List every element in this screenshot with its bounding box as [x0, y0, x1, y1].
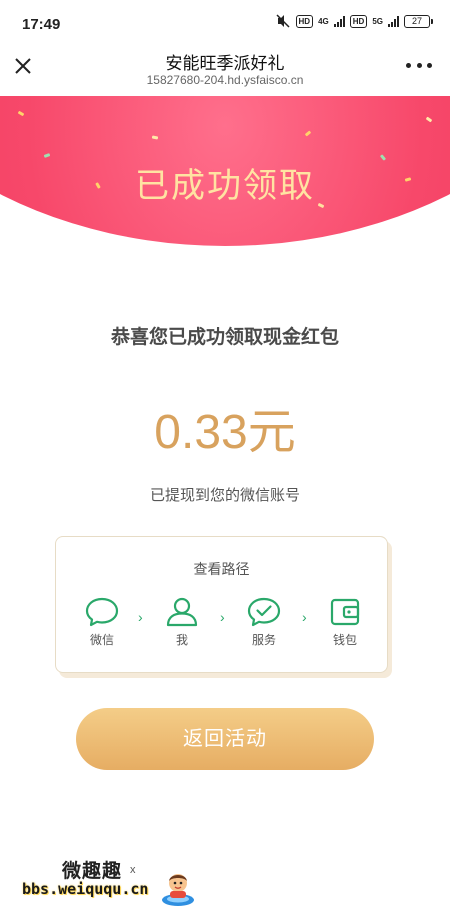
watermark-mark: x	[130, 864, 136, 876]
hd-badge: HD	[295, 14, 314, 28]
mascot-icon	[162, 874, 194, 906]
path-step-wallet: 钱包	[315, 597, 375, 648]
chat-bubble-icon	[85, 597, 119, 627]
path-step-label: 我	[175, 633, 188, 647]
banner-title: 已成功领取	[135, 167, 315, 205]
chevron-right-icon: ›	[302, 609, 307, 625]
path-card-title: 查看路径	[193, 561, 250, 577]
signal-icon	[333, 15, 345, 27]
amount-value: 0.33元	[154, 406, 296, 459]
page-url: 15827680-204.hd.ysfaisco.cn	[146, 73, 304, 87]
path-step-label: 钱包	[332, 633, 357, 647]
chevron-right-icon: ›	[220, 609, 225, 625]
withdraw-note: 已提现到您的微信账号	[149, 487, 300, 504]
nav-bar: 安能旺季派好礼 15827680-204.hd.ysfaisco.cn	[0, 46, 450, 96]
network-label-2: 5G	[372, 16, 383, 26]
status-time: 17:49	[22, 16, 61, 33]
vibrate-mute-icon	[276, 14, 290, 28]
return-to-activity-button[interactable]: 返回活动	[76, 708, 374, 770]
status-bar: 17:49 HD 4G HD 5G 27	[0, 0, 450, 46]
more-menu-icon[interactable]	[406, 60, 432, 70]
watermark-url: bbs.weiququ.cn	[22, 880, 149, 898]
path-step-label: 服务	[251, 633, 276, 647]
battery-icon: 27	[404, 14, 433, 28]
chevron-right-icon: ›	[138, 609, 143, 625]
congrats-text: 恭喜您已成功领取现金红包	[110, 327, 339, 348]
signal-icon-2	[388, 15, 399, 27]
path-step-label: 微信	[89, 633, 114, 647]
check-bubble-icon	[247, 597, 281, 627]
watermark-text: 微趣趣	[62, 861, 123, 882]
path-card: 查看路径 微信 › 我 › 服务 › 钱包	[55, 536, 388, 673]
page-title: 安能旺季派好礼	[165, 54, 285, 73]
network-label: 4G	[318, 16, 329, 26]
success-banner: 已成功领取	[0, 96, 450, 246]
path-step-me: 我	[152, 597, 212, 648]
hd-badge-2: HD	[349, 14, 368, 28]
status-icons: HD 4G HD 5G 27	[275, 14, 433, 28]
path-step-wechat: 微信	[72, 597, 132, 648]
user-icon	[166, 597, 198, 627]
wallet-icon	[330, 598, 360, 626]
path-step-service: 服务	[234, 597, 294, 648]
